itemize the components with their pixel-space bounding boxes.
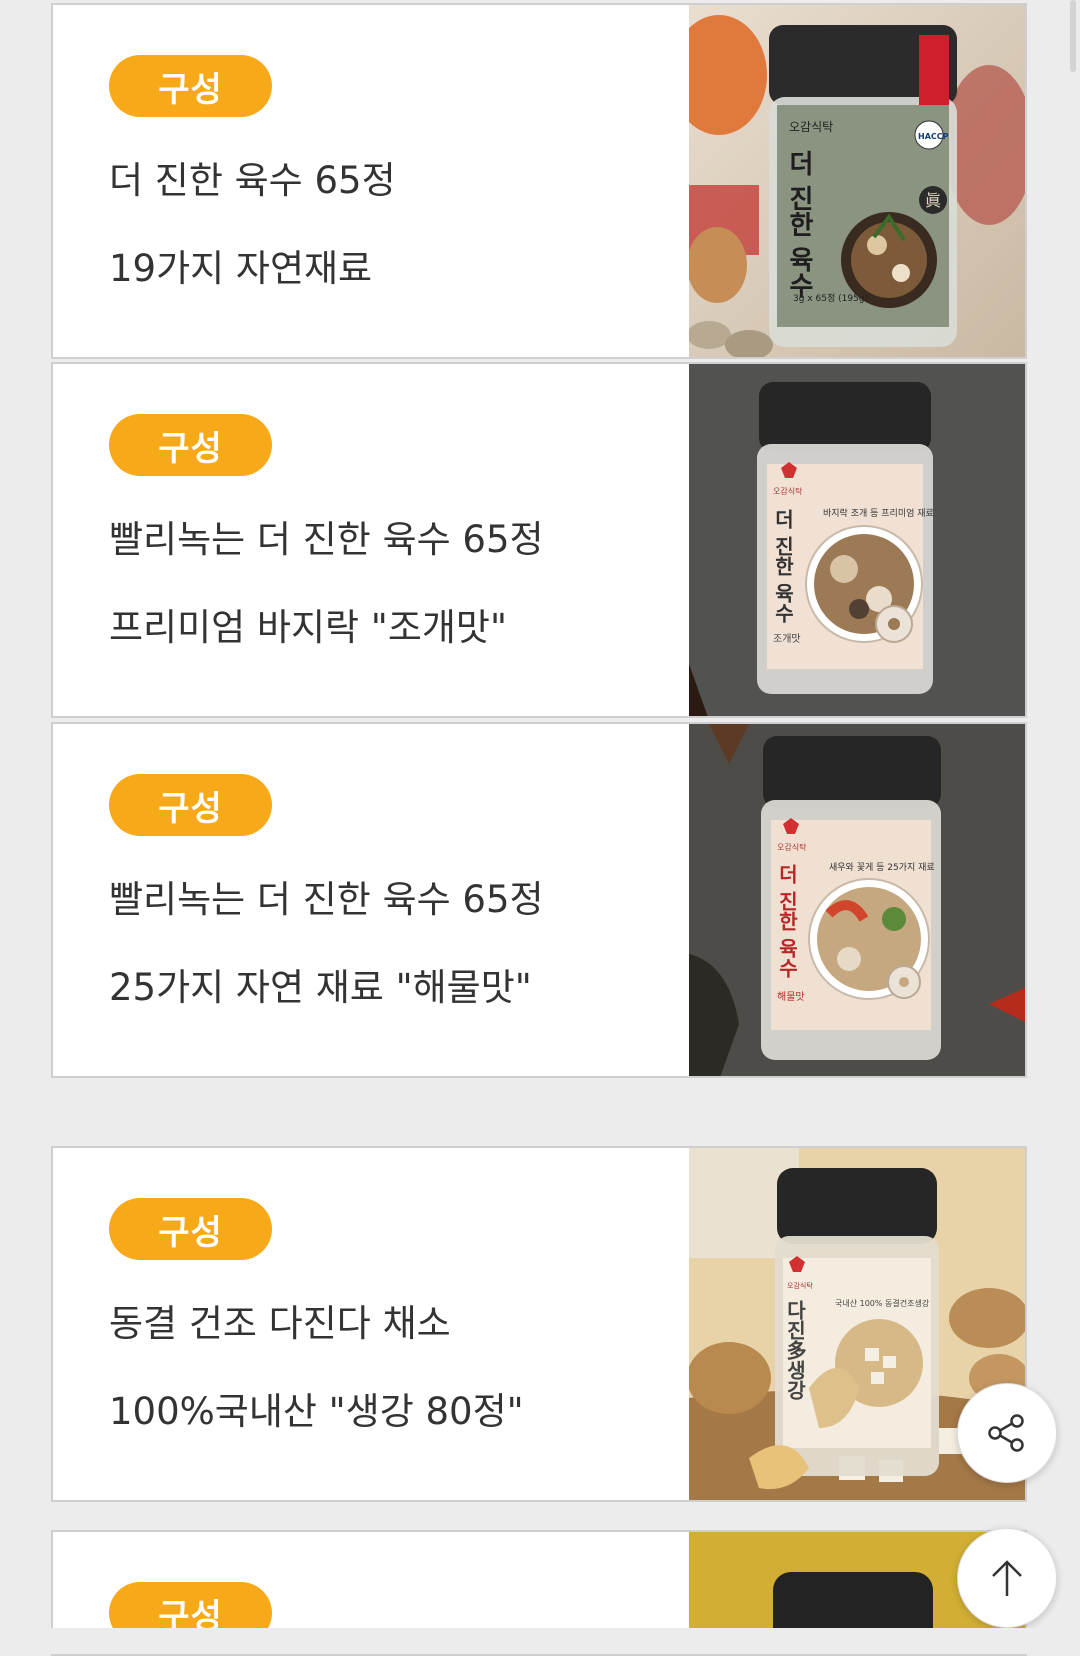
jar-flavor-text: 조개맛	[773, 633, 801, 645]
jar-title-text: 다진多생강	[783, 1300, 807, 1400]
jar-stamp-text: 眞	[925, 191, 941, 210]
composition-badge: 구성	[109, 1198, 272, 1260]
product-card-1[interactable]: 구성 더 진한 육수 65정 19가지 자연재료 오감식탁 더 진한 육수 HA…	[51, 3, 1027, 359]
product-description: 25가지 자연 재료 "해물맛"	[109, 966, 532, 1009]
composition-badge: 구성	[109, 55, 272, 117]
product-photo: 오감식탁 더 진한 육수 조개맛 바지락 조개 등 프리미엄 재료	[689, 364, 1025, 716]
share-icon	[988, 1414, 1024, 1452]
product-name: 동결 건조 다진다 채소	[109, 1302, 451, 1345]
jar-title-text: 더 진한 육수	[784, 150, 814, 298]
product-card-4[interactable]: 구성 동결 건조 다진다 채소 100%국내산 "생강 80정" 오감식탁 다진…	[51, 1146, 1027, 1502]
jar-flavor-text: 해물맛	[777, 990, 805, 1003]
product-description: 100%국내산 "생강 80정"	[109, 1390, 524, 1433]
jar-brand-text: 오감식탁	[789, 120, 833, 134]
page-scrollbar[interactable]	[1070, 0, 1076, 72]
product-card-3[interactable]: 구성 빨리녹는 더 진한 육수 65정 25가지 자연 재료 "해물맛" 오감식…	[51, 722, 1027, 1078]
scroll-top-button[interactable]	[957, 1528, 1057, 1628]
product-card-2[interactable]: 구성 빨리녹는 더 진한 육수 65정 프리미엄 바지락 "조개맛" 오감식탁 …	[51, 362, 1027, 718]
product-photo: 오감식탁 더 진한 육수 해물맛 새우와 꽃게 등 25가지 재료	[689, 724, 1025, 1076]
product-description: 19가지 자연재료	[109, 247, 373, 290]
jar-caption-text: 바지락 조개 등 프리미엄 재료	[823, 507, 934, 519]
arrow-up-icon	[992, 1560, 1022, 1596]
jar-weight-text: 3g x 65정 (195g)	[793, 293, 868, 304]
product-name: 빨리녹는 더 진한 육수 65정	[109, 878, 544, 921]
product-photo: 오감식탁 더 진한 육수 HACCP 眞 3g x 65정 (195g)	[689, 5, 1025, 357]
jar-brand-text: 오감식탁	[773, 486, 803, 496]
haccp-seal-text: HACCP	[918, 132, 949, 141]
jar-caption-text: 새우와 꽃게 등 25가지 재료	[829, 861, 935, 873]
jar-caption-text: 국내산 100% 동결건조생강	[835, 1298, 930, 1308]
jar-title-text: 더 진한 육수	[775, 864, 799, 979]
bottom-strip	[0, 1628, 1080, 1654]
composition-badge: 구성	[109, 414, 272, 476]
product-description: 프리미엄 바지락 "조개맛"	[109, 606, 507, 649]
jar-brand-text: 오감식탁	[777, 842, 807, 852]
jar-title-text: 더 진한 육수	[771, 509, 795, 624]
product-name: 더 진한 육수 65정	[109, 159, 396, 202]
jar-brand-text: 오감식탁	[787, 1281, 813, 1290]
share-button[interactable]	[957, 1383, 1057, 1483]
composition-badge: 구성	[109, 774, 272, 836]
product-name: 빨리녹는 더 진한 육수 65정	[109, 518, 544, 561]
